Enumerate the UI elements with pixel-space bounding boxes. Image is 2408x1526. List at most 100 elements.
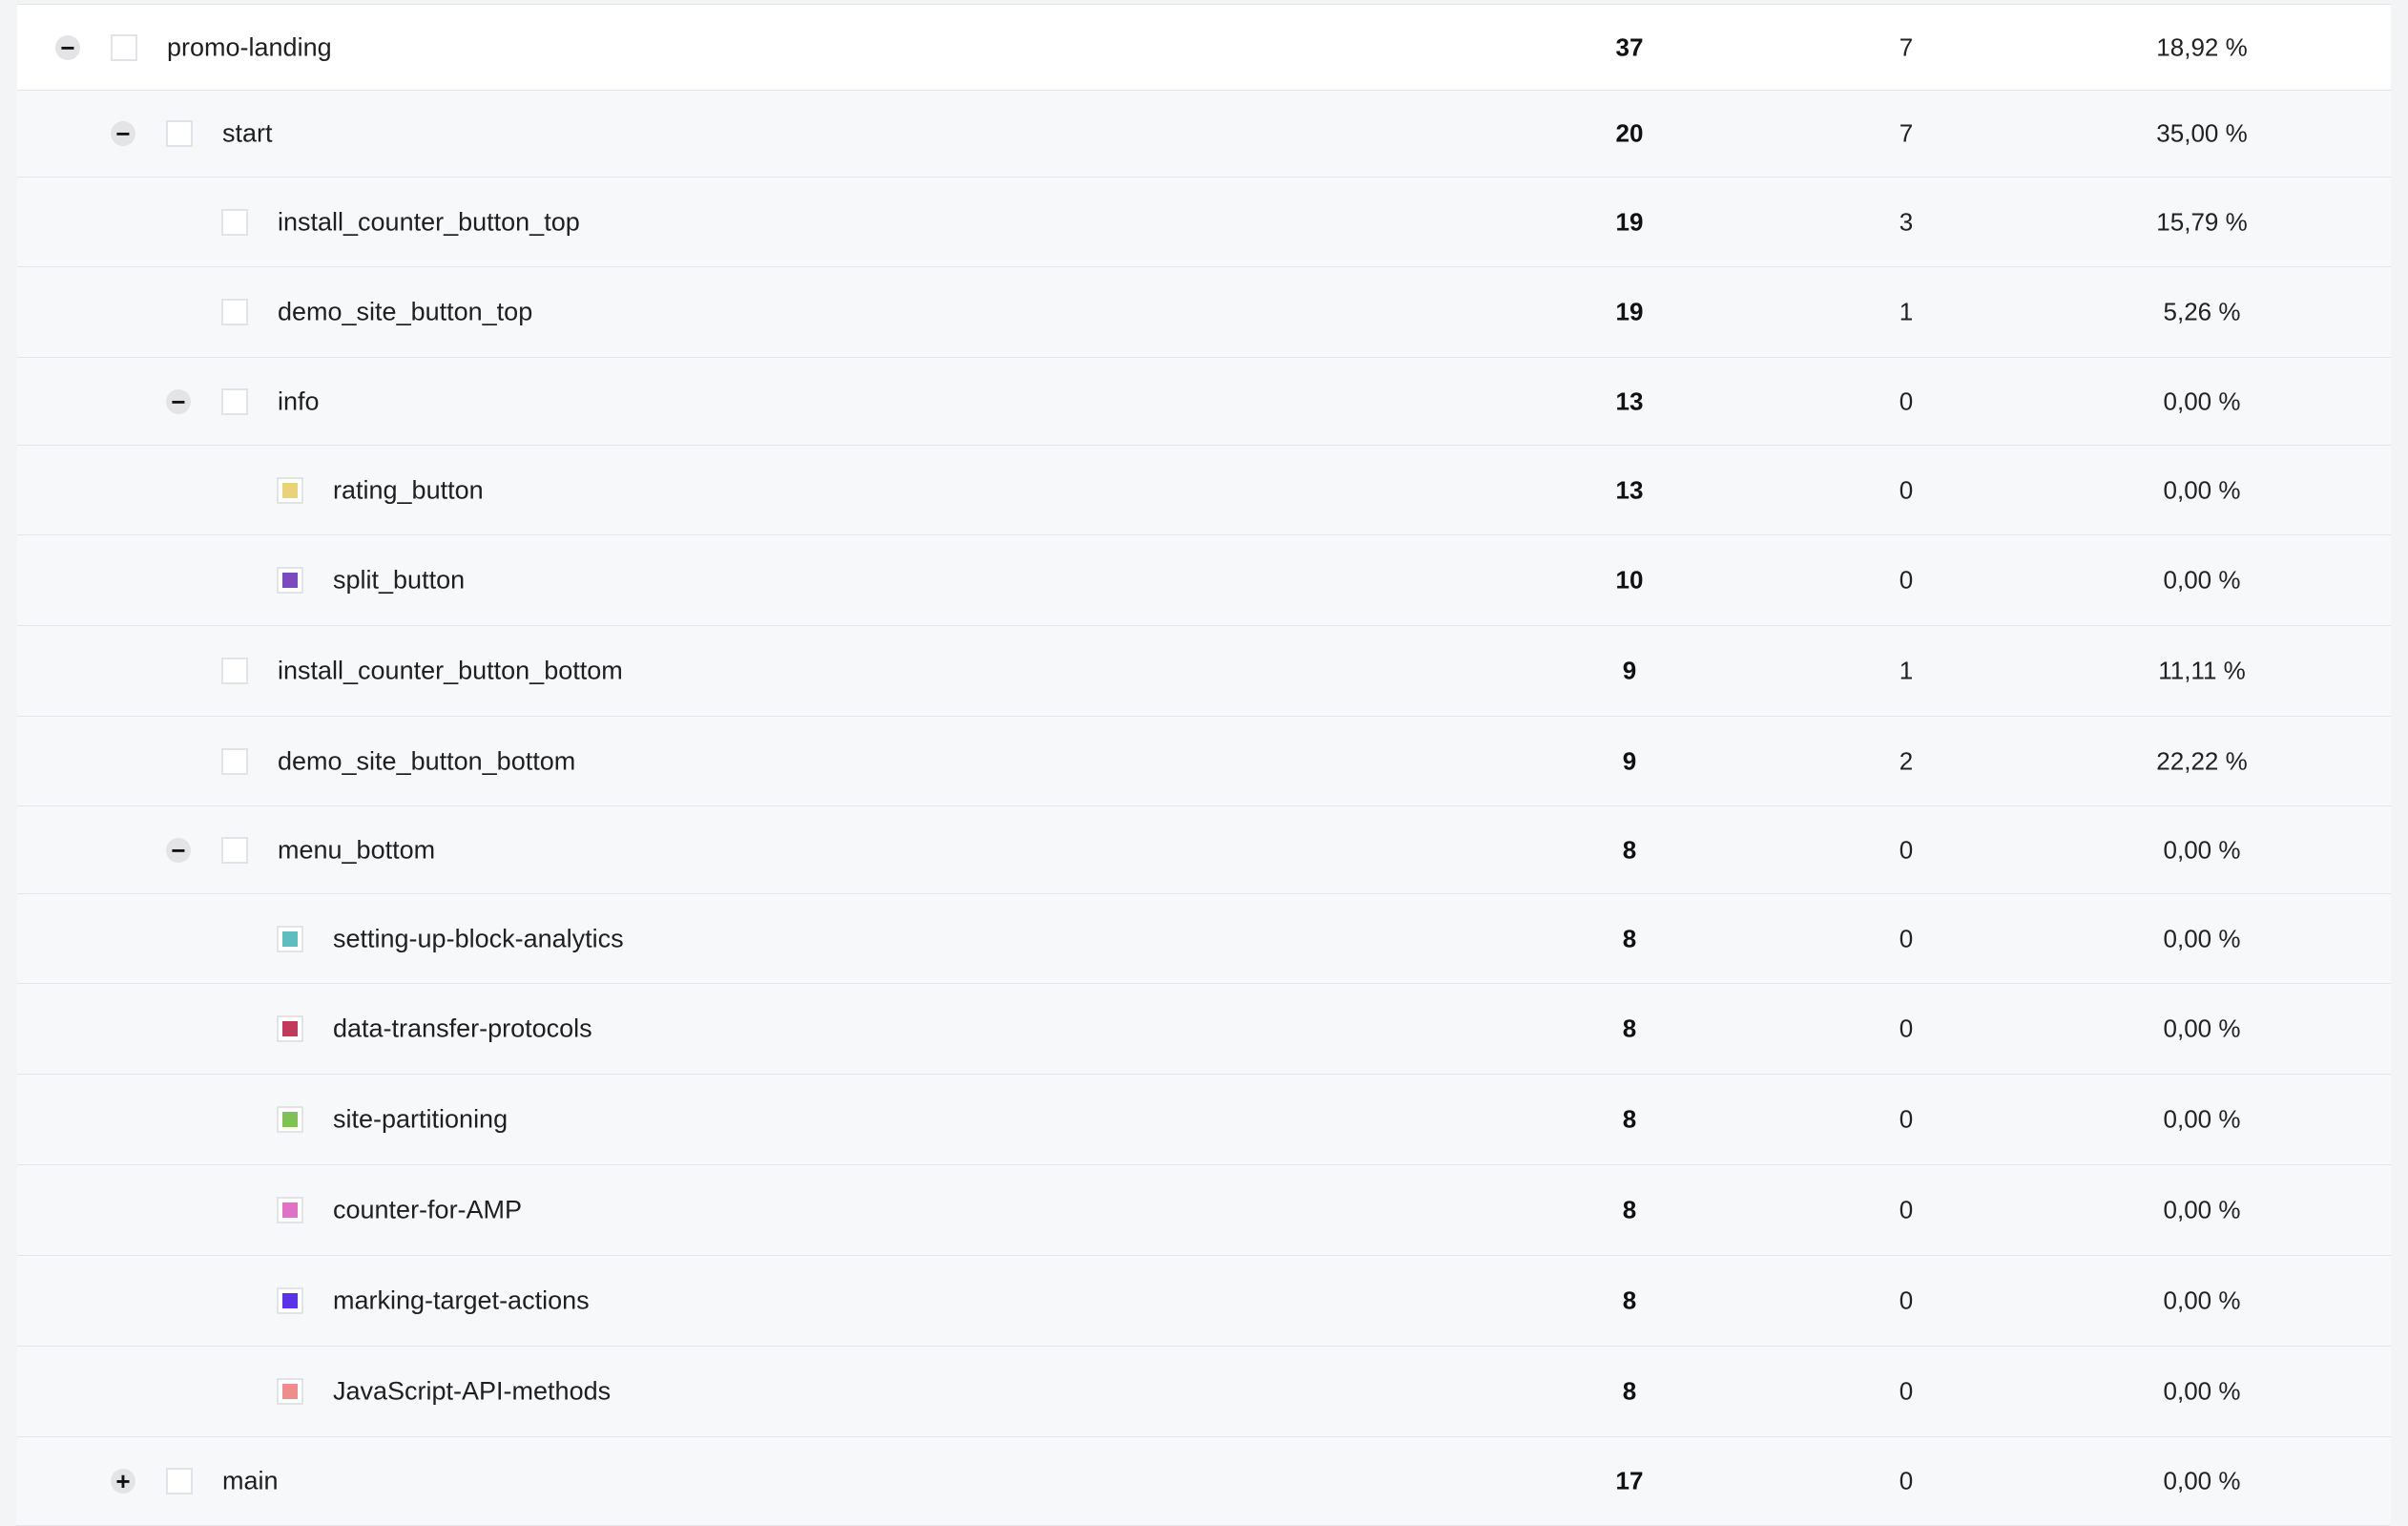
row-checkbox[interactable] [221,387,248,415]
table-row[interactable]: demo_site_button_bottom 9 2 22,22 % [17,717,2391,806]
row-checkbox[interactable] [221,836,248,864]
conversions-value: 0 [1899,475,1914,504]
conversion-rate-value: 22,22 % [2156,746,2248,775]
table-row[interactable]: − promo-landing 37 7 18,92 % [17,5,2391,91]
conversions-value: 7 [1899,32,1914,61]
conversions-value: 0 [1899,1014,1914,1043]
conversions-value: 0 [1899,1376,1914,1406]
row-label: demo_site_button_bottom [278,746,576,775]
series-color-swatch [282,1112,298,1127]
visits-value: 19 [1615,297,1644,326]
conversion-rate-value: 0,00 % [2163,475,2241,504]
visits-value: 8 [1622,1014,1637,1043]
row-checkbox[interactable] [277,1378,303,1405]
conversion-rate-value: 15,79 % [2156,207,2248,236]
row-checkbox[interactable] [166,120,193,147]
visits-value: 13 [1615,387,1644,415]
series-color-swatch [227,754,242,769]
table-row[interactable]: rating_button 13 0 0,00 % [17,446,2391,535]
conversions-value: 7 [1899,118,1914,148]
series-color-swatch [116,40,132,55]
visits-value: 8 [1622,924,1637,952]
conversion-rate-value: 0,00 % [2163,1014,2241,1043]
expand-toggle-icon[interactable]: + [111,1469,135,1494]
row-label: split_button [333,565,466,595]
conversions-value: 1 [1899,656,1914,685]
table-row[interactable]: + main 17 0 0,00 % [17,1437,2391,1526]
table-row[interactable]: marking-target-actions 8 0 0,00 % [17,1256,2391,1347]
series-color-swatch [227,663,242,679]
table-row[interactable]: demo_site_button_top 19 1 5,26 % [17,267,2391,358]
visits-value: 17 [1615,1466,1644,1495]
table-row[interactable]: JavaScript-API-methods 8 0 0,00 % [17,1347,2391,1437]
conversions-value: 0 [1899,1195,1914,1224]
conversions-value: 0 [1899,1286,1914,1315]
conversions-value: 0 [1899,924,1914,952]
row-checkbox[interactable] [221,299,248,325]
row-label: data-transfer-protocols [333,1014,592,1043]
table-row[interactable]: site-partitioning 8 0 0,00 % [17,1075,2391,1165]
series-color-swatch [282,1293,298,1308]
table-row[interactable]: counter-for-AMP 8 0 0,00 % [17,1165,2391,1256]
conversion-rate-value: 11,11 % [2158,656,2246,685]
conversion-rate-value: 0,00 % [2163,1104,2241,1134]
row-checkbox[interactable] [221,747,248,775]
visits-value: 9 [1622,656,1637,685]
visits-value: 20 [1615,118,1644,148]
row-label: promo-landing [167,32,332,61]
row-checkbox[interactable] [277,567,303,594]
table-row[interactable]: − start 20 7 35,00 % [17,91,2391,178]
conversions-value: 0 [1899,565,1914,595]
table-row[interactable]: data-transfer-protocols 8 0 0,00 % [17,984,2391,1075]
conversion-rate-value: 0,00 % [2163,924,2241,952]
table-row[interactable]: − menu_bottom 8 0 0,00 % [17,806,2391,894]
collapse-toggle-icon[interactable]: − [111,121,135,146]
visits-value: 10 [1615,565,1644,595]
conversion-rate-value: 18,92 % [2156,32,2248,61]
series-color-swatch [282,573,298,588]
conversion-rate-value: 0,00 % [2163,1195,2241,1224]
conversion-rate-value: 0,00 % [2163,565,2241,595]
row-checkbox[interactable] [277,925,303,952]
visits-value: 13 [1615,475,1644,504]
series-color-swatch [282,482,298,498]
row-checkbox[interactable] [277,1197,303,1223]
row-checkbox[interactable] [221,658,248,684]
table-row[interactable]: install_counter_button_top 19 3 15,79 % [17,178,2391,267]
row-label: rating_button [333,475,484,504]
goals-tree-table: − promo-landing 37 7 18,92 % − start 20 … [17,4,2391,1526]
table-row[interactable]: − info 13 0 0,00 % [17,358,2391,446]
conversions-value: 3 [1899,207,1914,236]
row-checkbox[interactable] [277,1106,303,1133]
row-label: start [222,118,273,148]
row-label: info [278,387,320,415]
conversion-rate-value: 5,26 % [2163,297,2241,326]
conversion-rate-value: 0,00 % [2163,1376,2241,1406]
table-row[interactable]: split_button 10 0 0,00 % [17,535,2391,626]
row-label: main [222,1466,279,1495]
row-checkbox[interactable] [277,1015,303,1042]
conversion-rate-value: 0,00 % [2163,387,2241,415]
collapse-toggle-icon[interactable]: − [55,34,80,60]
row-checkbox[interactable] [111,33,137,61]
row-checkbox[interactable] [277,1287,303,1314]
table-row[interactable]: install_counter_button_bottom 9 1 11,11 … [17,626,2391,717]
conversion-rate-value: 35,00 % [2156,118,2248,148]
visits-value: 37 [1615,32,1644,61]
row-label: demo_site_button_top [278,297,533,326]
collapse-toggle-icon[interactable]: − [166,388,191,414]
row-checkbox[interactable] [166,1468,193,1495]
series-color-swatch [282,930,298,947]
conversions-value: 1 [1899,297,1914,326]
conversion-rate-value: 0,00 % [2163,1466,2241,1495]
row-checkbox[interactable] [221,208,248,236]
series-color-swatch [282,1384,298,1399]
table-row[interactable]: setting-up-block-analytics 8 0 0,00 % [17,894,2391,984]
series-color-swatch [172,1474,187,1489]
collapse-toggle-icon[interactable]: − [166,837,191,863]
visits-value: 8 [1622,1195,1637,1224]
row-label: marking-target-actions [333,1286,590,1315]
row-checkbox[interactable] [277,476,303,504]
row-label: counter-for-AMP [333,1195,523,1224]
visits-value: 9 [1622,746,1637,775]
